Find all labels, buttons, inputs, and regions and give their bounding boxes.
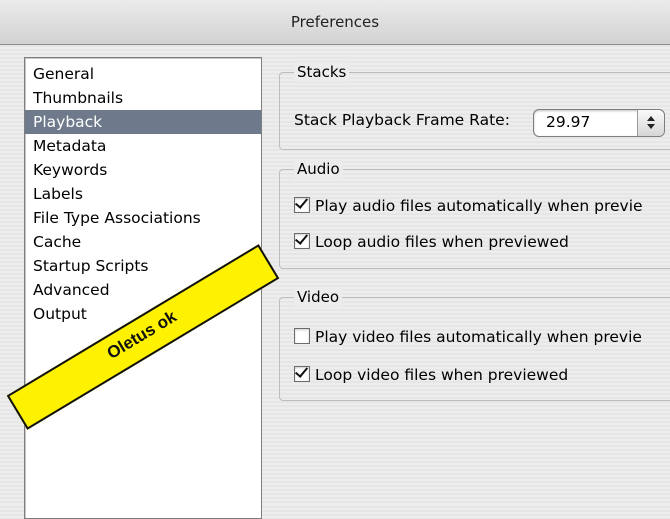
- sidebar-item-thumbnails[interactable]: Thumbnails: [25, 86, 261, 110]
- video-group: Video Play video files automatically whe…: [279, 287, 670, 401]
- video-group-label: Video: [294, 287, 343, 307]
- sidebar-item-general[interactable]: General: [25, 62, 261, 86]
- stepper-arrows-icon[interactable]: [637, 110, 664, 136]
- stacks-group: Stacks Stack Playback Frame Rate: 29.97: [279, 62, 670, 150]
- sidebar-item-keywords[interactable]: Keywords: [25, 158, 261, 182]
- play-video-auto-checkbox[interactable]: [294, 328, 310, 344]
- audio-group-label: Audio: [294, 159, 343, 179]
- stack-framerate-select[interactable]: 29.97: [533, 109, 665, 137]
- sidebar-item-file-type-associations[interactable]: File Type Associations: [25, 206, 261, 230]
- loop-audio-checkbox[interactable]: [294, 233, 310, 249]
- window-title: Preferences: [290, 13, 380, 31]
- loop-audio-label: Loop audio files when previewed: [315, 233, 569, 251]
- sidebar-item-playback[interactable]: Playback: [25, 110, 261, 134]
- loop-video-label: Loop video files when previewed: [315, 366, 569, 384]
- loop-video-checkbox[interactable]: [294, 366, 310, 382]
- audio-group: Audio Play audio files automatically whe…: [279, 159, 670, 269]
- stack-framerate-label: Stack Playback Frame Rate:: [294, 111, 510, 129]
- play-video-auto-label: Play video files automatically when prev…: [315, 328, 642, 346]
- stacks-group-label: Stacks: [294, 62, 350, 82]
- play-video-auto-option[interactable]: Play video files automatically when prev…: [294, 328, 642, 346]
- sidebar-item-metadata[interactable]: Metadata: [25, 134, 261, 158]
- sidebar-item-cache[interactable]: Cache: [25, 230, 261, 254]
- play-audio-auto-option[interactable]: Play audio files automatically when prev…: [294, 197, 643, 215]
- loop-video-option[interactable]: Loop video files when previewed: [294, 366, 568, 384]
- play-audio-auto-label: Play audio files automatically when prev…: [315, 197, 643, 215]
- arrow-down-icon: [647, 124, 655, 129]
- arrow-up-icon: [647, 116, 655, 121]
- sidebar-item-labels[interactable]: Labels: [25, 182, 261, 206]
- stack-framerate-value: 29.97: [546, 113, 591, 131]
- loop-audio-option[interactable]: Loop audio files when previewed: [294, 233, 569, 251]
- title-bar: Preferences: [0, 0, 670, 45]
- play-audio-auto-checkbox[interactable]: [294, 197, 310, 213]
